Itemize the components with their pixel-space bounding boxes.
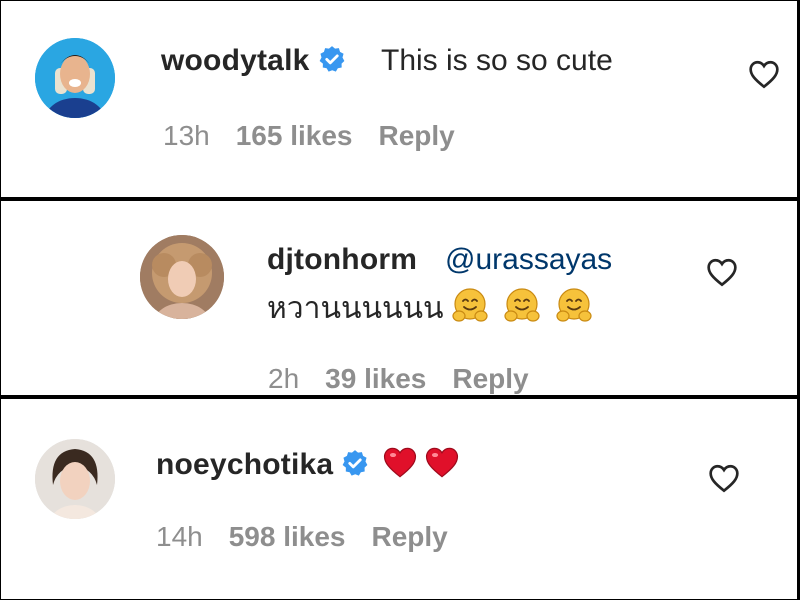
- likes-count[interactable]: 598 likes: [229, 521, 346, 553]
- comment-text: หวานนนนนน: [267, 285, 594, 332]
- comment-noeychotika: noeychotika 14h 598 likes Reply: [0, 398, 798, 600]
- heart-outline-icon[interactable]: [706, 257, 738, 287]
- username-text[interactable]: woodytalk: [161, 44, 310, 77]
- username[interactable]: woodytalk: [161, 44, 346, 78]
- hugging-face-emoji: [503, 288, 540, 322]
- timestamp[interactable]: 14h: [156, 521, 203, 553]
- username-text[interactable]: djtonhorm: [267, 243, 417, 276]
- red-heart-emoji: [426, 447, 459, 478]
- username[interactable]: djtonhorm: [267, 243, 417, 277]
- reply-button[interactable]: Reply: [372, 521, 448, 553]
- username[interactable]: noeychotika: [156, 445, 461, 482]
- avatar[interactable]: [35, 38, 115, 118]
- timestamp[interactable]: 13h: [163, 120, 210, 152]
- timestamp[interactable]: 2h: [268, 363, 299, 395]
- verified-badge-icon: [342, 450, 368, 476]
- red-heart-emoji: [384, 447, 417, 478]
- comment-meta: 14h 598 likes Reply: [156, 521, 474, 553]
- reply-button[interactable]: Reply: [379, 120, 455, 152]
- verified-badge-icon: [319, 46, 344, 72]
- reply-button[interactable]: Reply: [452, 363, 528, 395]
- avatar[interactable]: [140, 235, 224, 319]
- comment-meta: 13h 165 likes Reply: [163, 120, 481, 152]
- heart-outline-icon[interactable]: [748, 59, 780, 89]
- comment-djtonhorm: djtonhorm @urassayas หวานนนนนน 2h 39 lik…: [0, 200, 798, 396]
- mention-link[interactable]: @urassayas: [445, 243, 612, 277]
- comment-woodytalk: woodytalk This is so so cute 13h 165 like…: [0, 0, 798, 198]
- comment-body: หวานนนนนน: [267, 292, 444, 325]
- heart-outline-icon[interactable]: [708, 463, 740, 493]
- likes-count[interactable]: 39 likes: [325, 363, 426, 395]
- comment-text: This is so so cute: [381, 44, 613, 77]
- hugging-face-emoji: [555, 288, 592, 322]
- username-text[interactable]: noeychotika: [156, 448, 333, 481]
- avatar[interactable]: [35, 439, 115, 519]
- comment-meta: 2h 39 likes Reply: [268, 363, 555, 395]
- hugging-face-emoji: [451, 288, 488, 322]
- likes-count[interactable]: 165 likes: [236, 120, 353, 152]
